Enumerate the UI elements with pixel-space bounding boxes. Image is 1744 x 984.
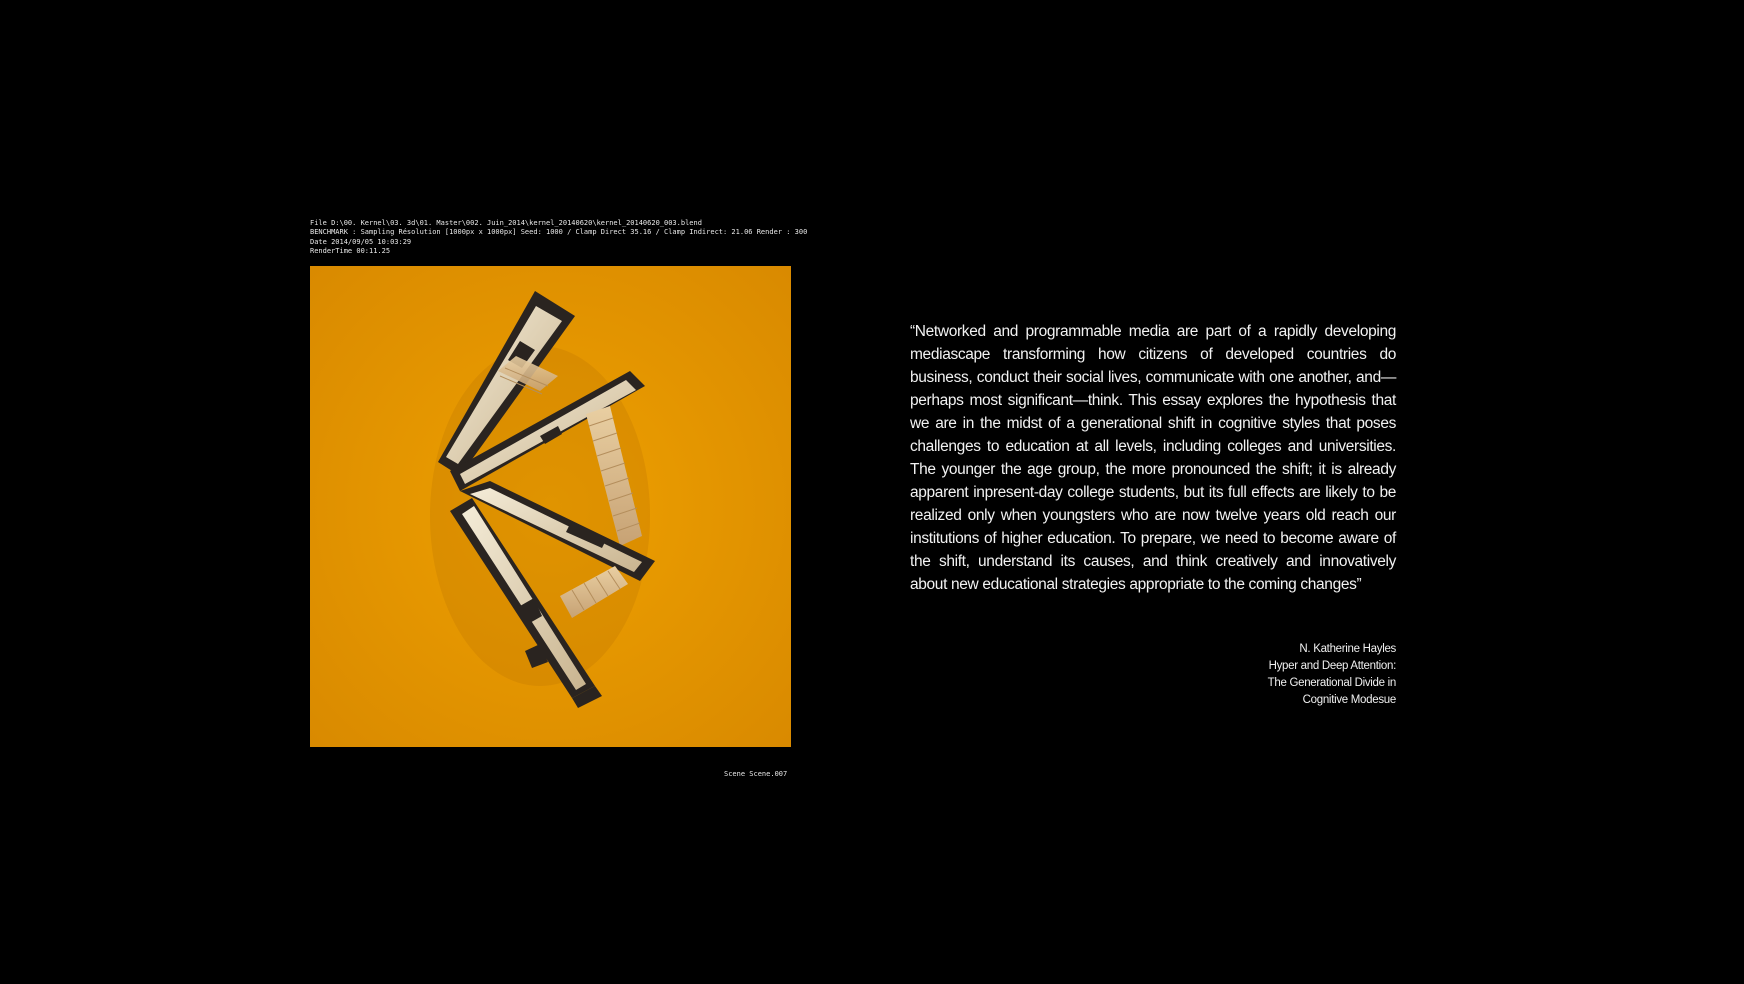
render-file-path: File D:\00. Kernel\03. 3d\01. Master\002… <box>310 219 702 227</box>
render-date: Date 2014/09/05 10:03:29 <box>310 237 412 246</box>
triangle-models-illustration <box>310 266 791 747</box>
render-metadata: File D:\00. Kernel\03. 3d\01. Master\002… <box>310 219 807 257</box>
render-time: RenderTime 00:11.25 <box>310 247 391 256</box>
render-image <box>310 266 791 747</box>
scene-label: Scene Scene.007 <box>724 770 788 778</box>
source-title-line-2: The Generational Divide in <box>1267 677 1397 689</box>
quote-attribution: N. Katherine Hayles Hyper and Deep Atten… <box>1180 641 1397 709</box>
render-benchmark-settings: BENCHMARK : Sampling Résolution [1000px … <box>310 228 808 237</box>
source-title-line-1: Hyper and Deep Attention: <box>1268 660 1397 672</box>
quote-text: “Networked and programmable media are pa… <box>910 323 1396 593</box>
source-title-line-3: Cognitive Modesue <box>1302 694 1397 706</box>
quote-author: N. Katherine Hayles <box>1299 643 1396 655</box>
